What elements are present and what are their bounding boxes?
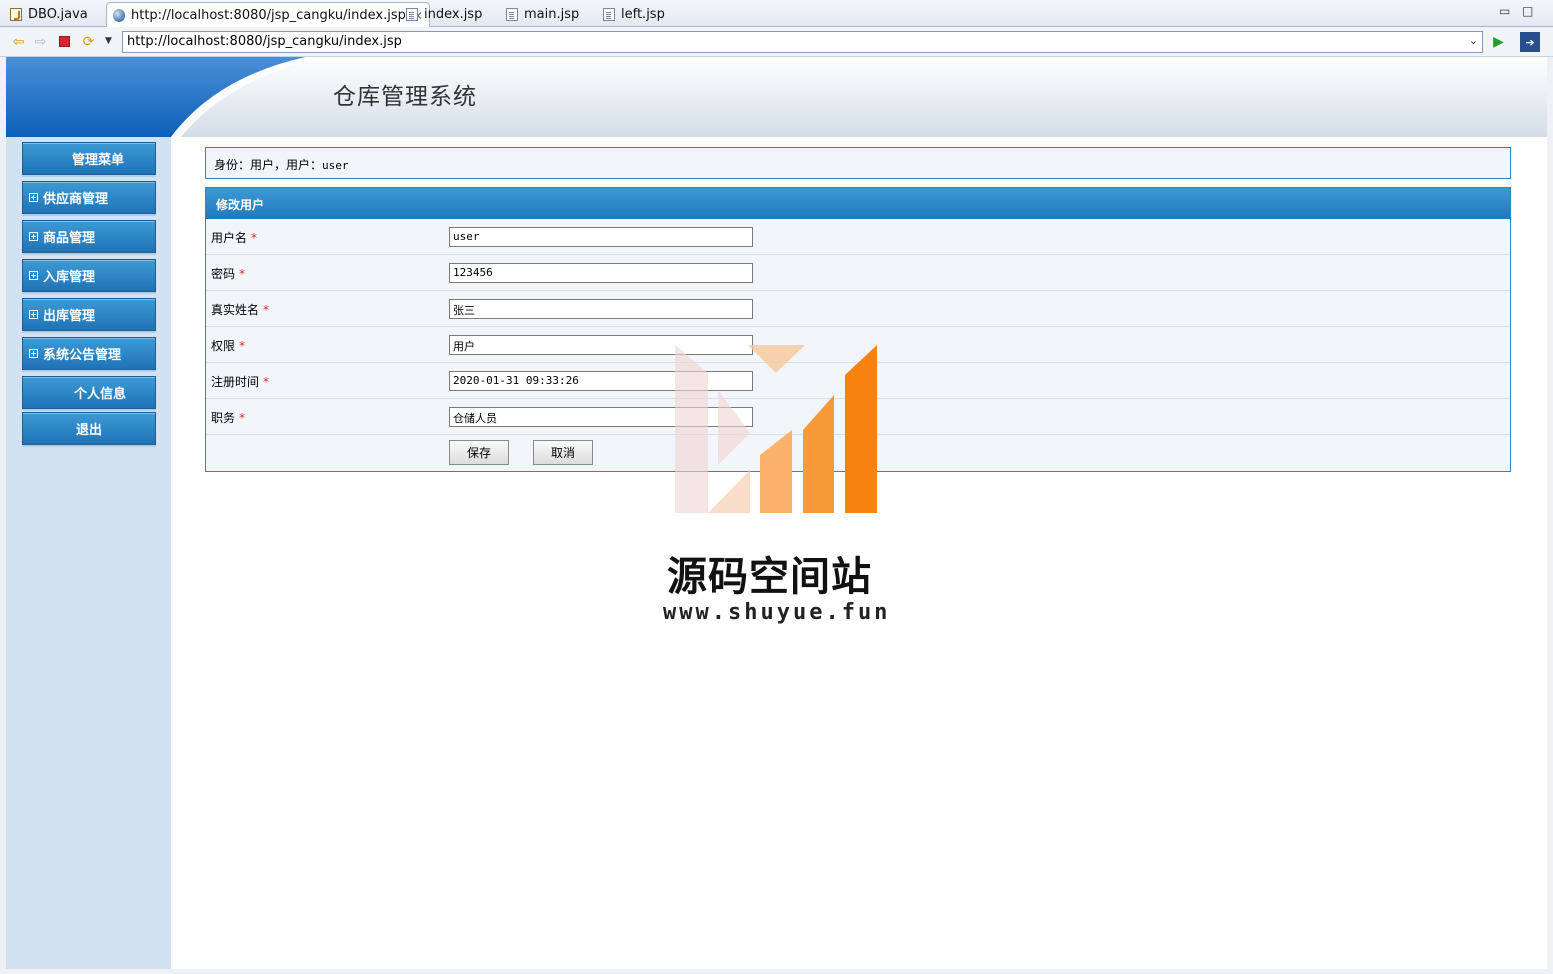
- tab-label: DBO.java: [28, 7, 88, 22]
- browser-nav-bar: ⇦ ⇨ ⟳ ▼ http://localhost:8080/jsp_cangku…: [0, 27, 1553, 57]
- url-text: http://localhost:8080/jsp_cangku/index.j…: [127, 34, 402, 49]
- username-field[interactable]: user: [449, 227, 753, 247]
- sidebar-heading-label: 管理菜单: [71, 153, 124, 168]
- tab-left-jsp[interactable]: left.jsp: [597, 2, 671, 27]
- identity-username: user: [322, 159, 349, 172]
- required-mark: *: [263, 303, 270, 317]
- stop-icon[interactable]: [56, 33, 73, 50]
- form-row-password: 密码 * 123456: [206, 255, 1510, 291]
- watermark-url: www.shuyue.fun: [663, 600, 891, 625]
- form-row-username: 用户名 * user: [206, 219, 1510, 255]
- field-label: 注册时间 *: [211, 375, 270, 389]
- sidebar-item-announcements[interactable]: 系统公告管理: [22, 337, 156, 370]
- required-mark: *: [263, 375, 270, 389]
- identity-bar: 身份：用户，用户：user: [205, 147, 1511, 179]
- save-button[interactable]: 保存: [449, 440, 509, 465]
- sidebar-item-label: 供应商管理: [43, 192, 109, 207]
- tab-browser-index[interactable]: http://localhost:8080/jsp_cangku/index.j…: [106, 2, 430, 28]
- editor-tab-strip: DBO.java http://localhost:8080/jsp_cangk…: [0, 0, 1553, 28]
- maximize-icon[interactable]: □: [1522, 4, 1533, 18]
- sidebar-item-logout[interactable]: 退出: [22, 412, 156, 445]
- expand-plus-icon: [29, 193, 38, 202]
- sidebar-item-goods[interactable]: 商品管理: [22, 220, 156, 253]
- sidebar-item-label: 个人信息: [73, 387, 126, 402]
- address-bar[interactable]: http://localhost:8080/jsp_cangku/index.j…: [122, 31, 1483, 53]
- tab-label: left.jsp: [621, 7, 665, 22]
- jsp-file-icon: [506, 8, 518, 21]
- expand-plus-icon: [29, 310, 38, 319]
- refresh-icon[interactable]: ⟳: [80, 33, 97, 50]
- open-external-icon[interactable]: ➔: [1520, 32, 1540, 52]
- tab-main-jsp[interactable]: main.jsp: [500, 2, 585, 27]
- form-row-realname: 真实姓名 * 张三: [206, 291, 1510, 327]
- required-mark: *: [239, 339, 246, 353]
- expand-plus-icon: [29, 271, 38, 280]
- chevron-down-icon[interactable]: ▼: [100, 33, 117, 50]
- sidebar-item-label: 出库管理: [43, 309, 96, 324]
- header-banner: 仓库管理系统: [6, 57, 1547, 137]
- watermark-name: 源码空间站: [667, 554, 872, 600]
- banner-swoosh-graphic: [6, 57, 321, 137]
- sidebar-item-label: 系统公告管理: [43, 348, 122, 363]
- form-title: 修改用户: [206, 188, 1510, 219]
- expand-plus-icon: [29, 349, 38, 358]
- field-label: 真实姓名 *: [211, 303, 270, 317]
- tab-label: http://localhost:8080/jsp_cangku/index.j…: [131, 8, 406, 23]
- real-name-field[interactable]: 张三: [449, 299, 753, 319]
- globe-icon: [113, 9, 125, 22]
- page-title: 仓库管理系统: [333, 84, 477, 110]
- forward-arrow-icon[interactable]: ⇨: [32, 33, 49, 50]
- sidebar-item-label: 商品管理: [43, 231, 96, 246]
- tab-label: main.jsp: [524, 7, 580, 22]
- field-label: 密码 *: [211, 267, 246, 281]
- required-mark: *: [239, 411, 246, 425]
- jsp-file-icon: [406, 8, 418, 21]
- tab-index-jsp[interactable]: index.jsp: [400, 2, 488, 27]
- tab-dbo-java[interactable]: DBO.java: [4, 2, 94, 27]
- expand-plus-icon: [29, 232, 38, 241]
- sidebar-heading: 管理菜单: [22, 142, 156, 175]
- sidebar-item-label: 入库管理: [43, 270, 96, 285]
- sidebar: 管理菜单 供应商管理 商品管理 入库管理 出库管理 系统公告管理 个人信息 退出: [6, 137, 171, 969]
- field-label: 职务 *: [211, 411, 246, 425]
- tab-label: index.jsp: [424, 7, 483, 22]
- sidebar-item-inbound[interactable]: 入库管理: [22, 259, 156, 292]
- jsp-file-icon: [603, 8, 615, 21]
- identity-prefix: 身份：用户，用户：: [214, 158, 323, 172]
- field-label: 权限 *: [211, 339, 246, 353]
- sidebar-item-outbound[interactable]: 出库管理: [22, 298, 156, 331]
- sidebar-item-label: 退出: [75, 423, 102, 438]
- go-icon[interactable]: ▶: [1490, 33, 1507, 50]
- sidebar-item-supplier[interactable]: 供应商管理: [22, 181, 156, 214]
- sidebar-item-profile[interactable]: 个人信息: [22, 376, 156, 409]
- cancel-button[interactable]: 取消: [533, 440, 593, 465]
- required-mark: *: [239, 267, 246, 281]
- chevron-down-icon[interactable]: ⌄: [1469, 34, 1478, 47]
- field-label: 用户名 *: [211, 231, 258, 245]
- back-arrow-icon[interactable]: ⇦: [10, 33, 27, 50]
- minimize-icon[interactable]: ▭: [1499, 4, 1510, 18]
- java-file-icon: [10, 8, 22, 21]
- password-field[interactable]: 123456: [449, 263, 753, 283]
- required-mark: *: [251, 231, 258, 245]
